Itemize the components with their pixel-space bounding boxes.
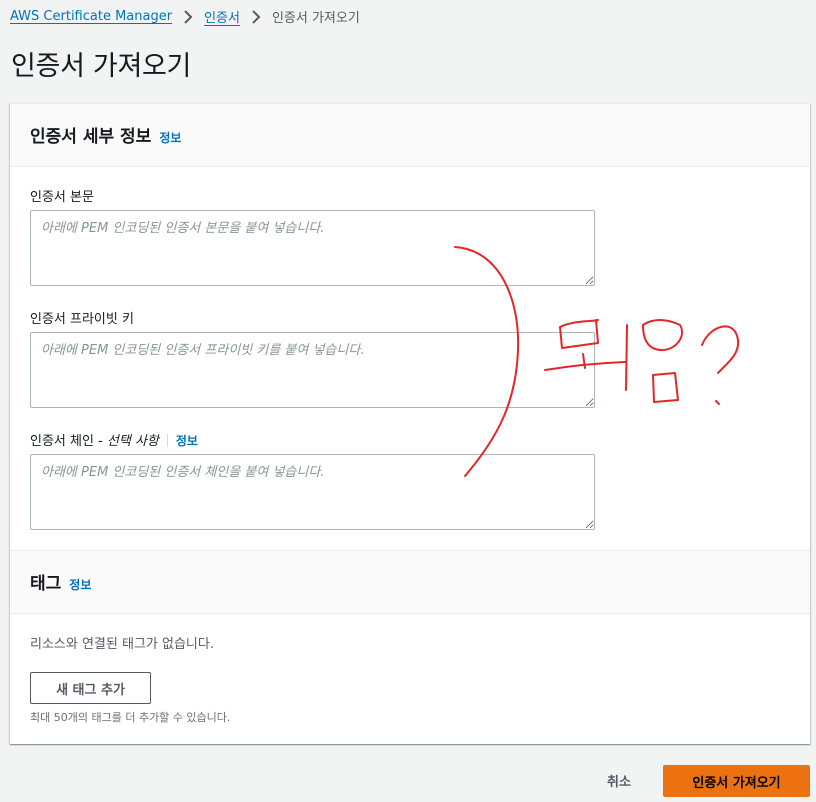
private-key-label: 인증서 프라이빗 키 xyxy=(30,312,134,327)
no-tags-text: 리소스와 연결된 태그가 없습니다. xyxy=(30,637,214,652)
tags-section-header: 태그 정보 xyxy=(10,550,810,614)
breadcrumb: AWS Certificate Manager 인증서 인증서 가져오기 xyxy=(10,7,360,26)
private-key-input[interactable] xyxy=(30,332,595,408)
optional-label: 선택 사항 xyxy=(106,434,159,449)
certificate-chain-input[interactable] xyxy=(30,454,595,530)
details-section-header: 인증서 세부 정보 정보 xyxy=(10,103,810,167)
certificate-body-input[interactable] xyxy=(30,210,595,286)
form-panel: 인증서 세부 정보정보 인증서 본문 인증서 프라이빗 키 인증서 체인 - 선… xyxy=(10,103,810,744)
breadcrumb-current: 인증서 가져오기 xyxy=(271,11,360,26)
add-tag-button[interactable]: 새 태그 추가 xyxy=(30,672,151,704)
tags-info-link[interactable]: 정보 xyxy=(69,578,91,592)
tags-section-title: 태그 정보 xyxy=(30,574,92,594)
import-certificate-button[interactable]: 인증서 가져오기 xyxy=(663,765,810,797)
breadcrumb-link-acm[interactable]: AWS Certificate Manager xyxy=(10,9,172,24)
certificate-body-label: 인증서 본문 xyxy=(30,190,94,205)
chain-info-link[interactable]: 정보 xyxy=(176,434,198,448)
details-info-link[interactable]: 정보 xyxy=(159,131,181,145)
divider xyxy=(166,434,168,447)
certificate-chain-label: 인증서 체인 - 선택 사항 정보 xyxy=(30,434,198,449)
page-title: 인증서 가져오기 xyxy=(11,51,192,82)
details-section-title: 인증서 세부 정보 정보 xyxy=(30,127,182,147)
tag-limit-hint: 최대 50개의 태그를 더 추가할 수 있습니다. xyxy=(30,711,231,724)
breadcrumb-link-certificates[interactable]: 인증서 xyxy=(204,7,240,26)
chevron-right-icon xyxy=(184,9,193,24)
chevron-right-icon xyxy=(252,9,261,24)
cancel-button[interactable]: 취소 xyxy=(607,771,631,790)
